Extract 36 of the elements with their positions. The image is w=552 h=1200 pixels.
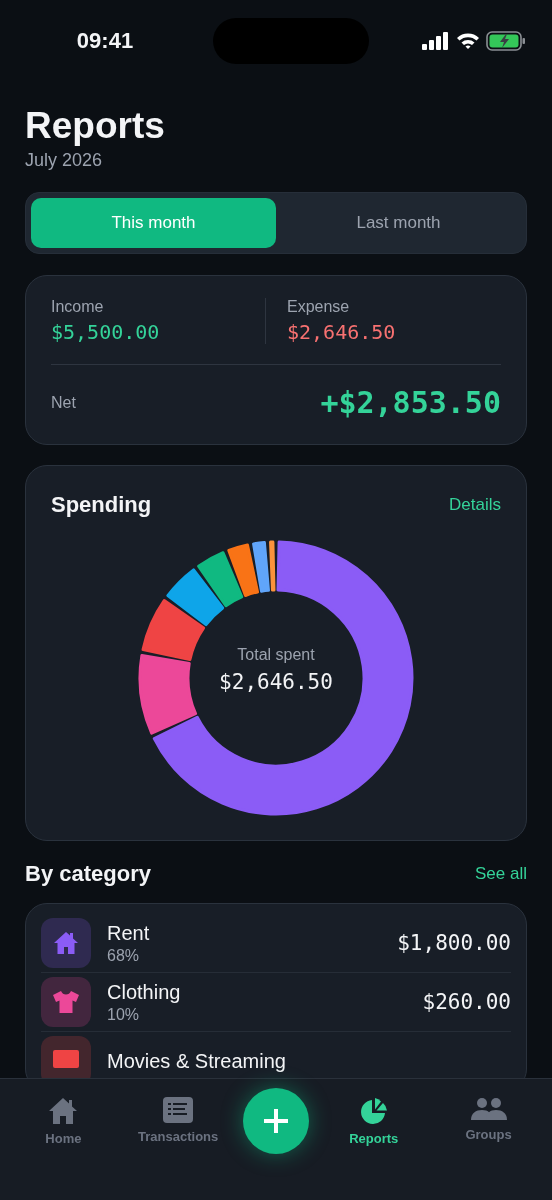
card-title: Spending <box>51 492 152 518</box>
category-name: Movies & Streaming <box>107 1049 287 1073</box>
status-time: 09:41 <box>75 28 135 54</box>
total-label: Total spent <box>237 646 315 664</box>
category-amount: $260.00 <box>422 990 511 1014</box>
income-amount: $5,500.00 <box>51 320 161 344</box>
nav-tab[interactable]: Groups <box>438 1079 539 1142</box>
nav-tab[interactable]: Home <box>13 1079 114 1146</box>
add-button[interactable] <box>243 1088 309 1154</box>
people-icon <box>470 1097 507 1121</box>
net-label: Net <box>51 393 76 412</box>
page-subtitle: July 2026 <box>25 149 104 172</box>
category-percent: 68% <box>107 946 141 965</box>
home-icon <box>48 1097 79 1125</box>
total-amount: $2,646.50 <box>219 670 333 694</box>
battery-charging-icon <box>486 31 526 51</box>
category-name: Rent <box>107 921 151 945</box>
plus-icon <box>264 1109 288 1133</box>
net-amount: +$2,853.50 <box>320 385 501 420</box>
wifi-icon <box>456 32 480 50</box>
page-title: Reports <box>25 104 166 148</box>
period-tab[interactable]: Last month <box>276 198 521 248</box>
nav-tab[interactable]: Reports <box>323 1079 424 1146</box>
pie-chart-icon <box>359 1097 388 1125</box>
expense-label: Expense <box>287 298 351 316</box>
expense-amount: $2,646.50 <box>287 320 397 344</box>
list-icon <box>163 1097 194 1123</box>
category-percent: 10% <box>107 1005 141 1024</box>
signal-icon <box>422 32 450 50</box>
details-link[interactable]: Details <box>449 495 501 515</box>
section-title: By category <box>25 861 151 887</box>
category-amount: $1,800.00 <box>397 931 511 955</box>
see-all-link[interactable]: See all <box>475 864 527 884</box>
category-name: Clothing <box>107 980 182 1004</box>
nav-tab[interactable]: Transactions <box>128 1079 229 1144</box>
income-label: Income <box>51 298 105 316</box>
